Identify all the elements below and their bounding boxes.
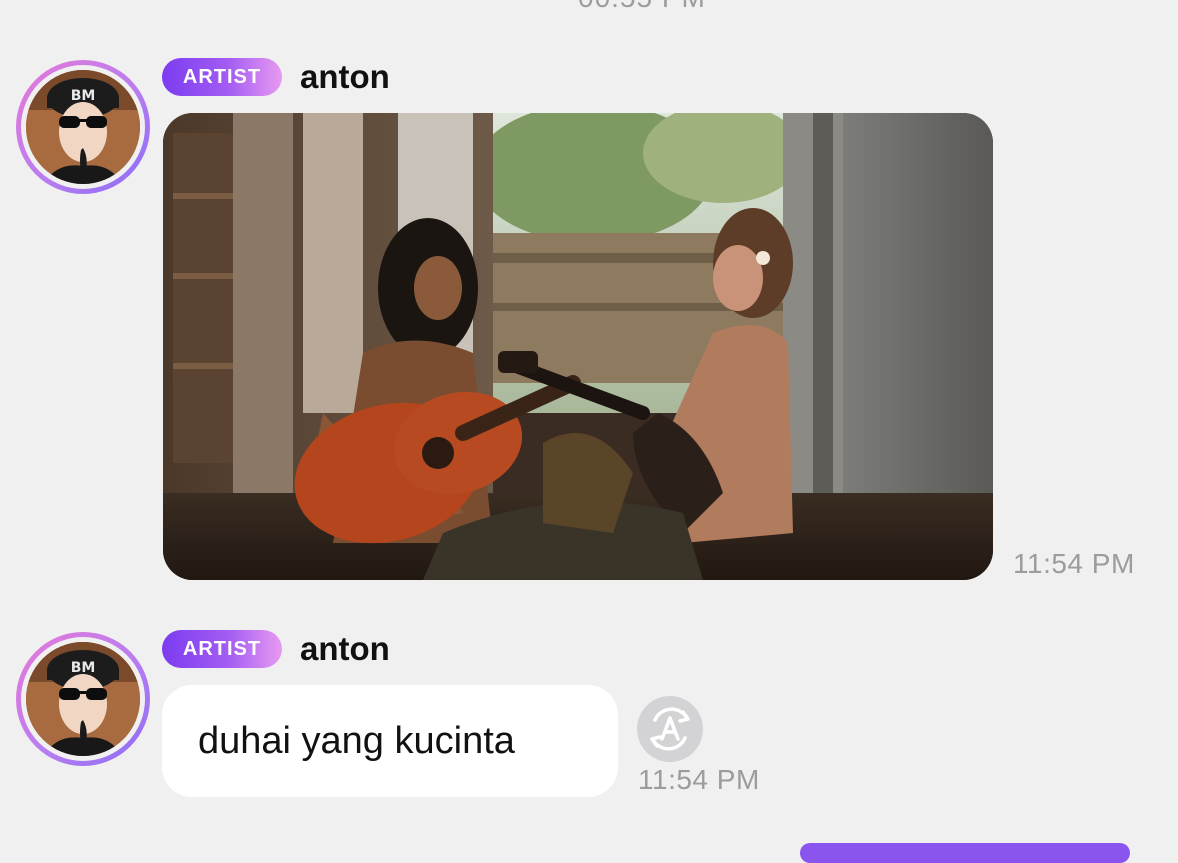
photo-two-women-playing-guitars-icon (163, 113, 993, 580)
message-bubble[interactable]: duhai yang kucinta (162, 685, 618, 797)
previous-message-timestamp: 00:55 PM (578, 0, 706, 14)
artist-badge: ARTIST (162, 630, 282, 668)
avatar-photo: BM (26, 642, 140, 756)
next-message-bubble[interactable] (800, 843, 1130, 863)
username[interactable]: anton (300, 630, 390, 668)
image-attachment[interactable] (163, 113, 993, 580)
svg-text:BM: BM (71, 660, 96, 676)
username[interactable]: anton (300, 58, 390, 96)
svg-text:BM: BM (71, 88, 96, 104)
avatar[interactable]: BM (16, 60, 150, 194)
message-timestamp: 11:54 PM (1013, 548, 1135, 579)
avatar[interactable]: BM (16, 632, 150, 766)
artist-badge: ARTIST (162, 58, 282, 96)
avatar-photo: BM (26, 70, 140, 184)
translate-button[interactable] (637, 696, 703, 762)
message-timestamp: 11:54 PM (638, 764, 760, 795)
translate-icon (650, 707, 690, 751)
